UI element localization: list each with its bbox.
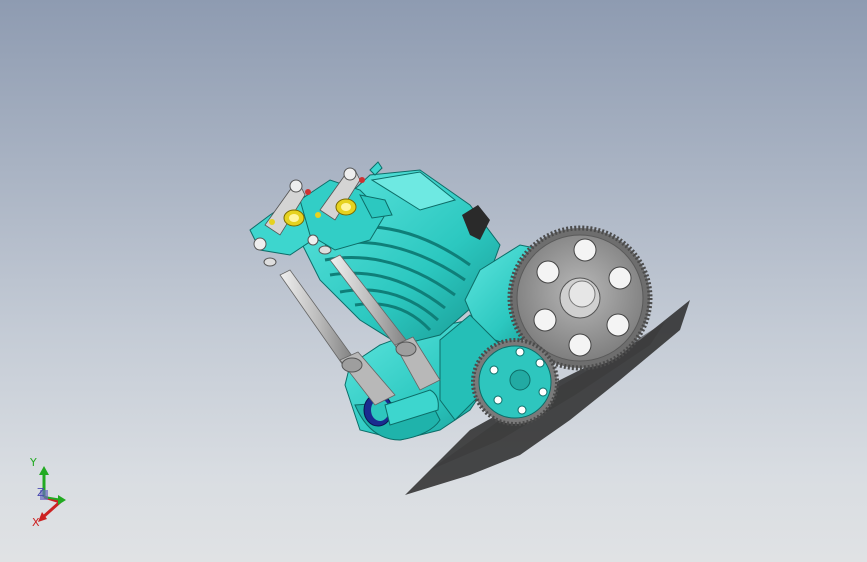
- 3d-viewport[interactable]: [0, 0, 867, 562]
- x-axis-label: X: [32, 516, 40, 529]
- small-gear: [471, 338, 559, 426]
- x-axis-arrow: [38, 495, 61, 522]
- coordinate-triad: Y Z X: [29, 456, 66, 529]
- y-axis-label: Y: [29, 456, 37, 469]
- z-axis-label: Z: [37, 486, 45, 499]
